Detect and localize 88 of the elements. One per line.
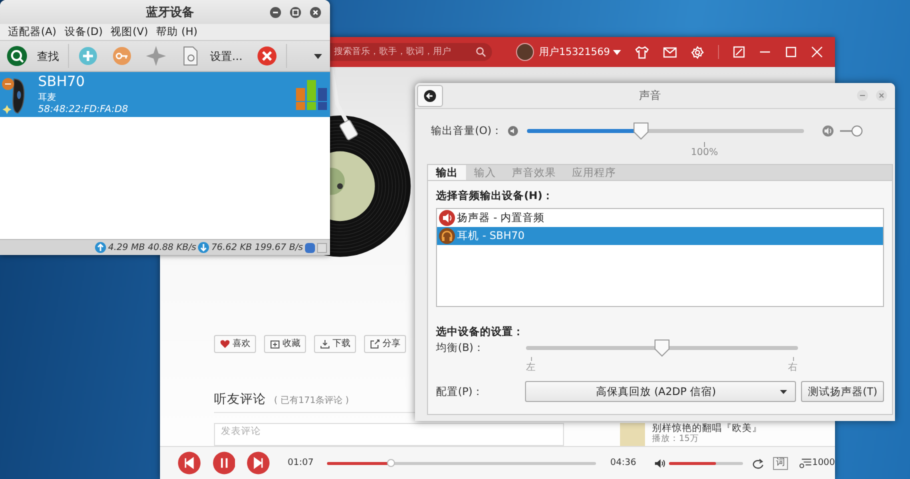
device-label: 扬声器 - 内置音频 bbox=[457, 211, 544, 225]
user-name[interactable]: 用户15321569 bbox=[539, 45, 610, 59]
play-count: 播放：15万 bbox=[652, 434, 700, 444]
progress-track[interactable] bbox=[326, 462, 596, 464]
headphones-icon bbox=[439, 228, 455, 244]
collect-icon bbox=[270, 338, 280, 349]
search-icon bbox=[7, 46, 27, 66]
mail-icon[interactable] bbox=[663, 46, 677, 58]
menu-item[interactable]: 适配器(A) bbox=[4, 25, 60, 39]
balance-label: 均衡(B)： bbox=[436, 341, 486, 355]
profile-dropdown[interactable]: 高保真回放 (A2DP 信宿) bbox=[524, 381, 796, 402]
window-title: 声音 bbox=[638, 88, 662, 103]
volume-high-icon bbox=[822, 125, 834, 137]
collect-button[interactable]: 收藏 bbox=[264, 334, 306, 353]
search-icon[interactable] bbox=[476, 47, 486, 57]
upload-icon bbox=[95, 242, 106, 253]
scale-label: 左 bbox=[526, 357, 536, 374]
avatar[interactable] bbox=[516, 43, 534, 61]
balance-slider[interactable] bbox=[526, 339, 798, 357]
key-icon bbox=[112, 46, 132, 66]
settings-button[interactable]: 设置... bbox=[173, 41, 250, 71]
total-time: 04:36 bbox=[610, 458, 636, 468]
volume-track[interactable] bbox=[669, 462, 743, 464]
mini-mode-icon[interactable] bbox=[733, 46, 745, 58]
playlist-icon[interactable] bbox=[798, 457, 812, 469]
tab[interactable]: 输出 bbox=[428, 165, 466, 180]
close-icon[interactable] bbox=[310, 6, 321, 18]
volume-icon[interactable] bbox=[654, 458, 666, 468]
heart-button[interactable]: 喜欢 bbox=[214, 334, 256, 353]
album-thumbnail[interactable] bbox=[620, 423, 645, 446]
heart-icon bbox=[220, 338, 230, 349]
download-button[interactable]: 下载 bbox=[314, 334, 356, 353]
download-stats: 76.62 KB 199.67 B/s bbox=[211, 242, 303, 252]
scale-label: 右 bbox=[788, 357, 798, 374]
menu-item[interactable]: 帮助 (H) bbox=[152, 25, 202, 39]
device-row[interactable]: SBH70 耳麦 58:48:22:FD:FA:D8 bbox=[0, 72, 330, 117]
dropdown-icon[interactable] bbox=[314, 54, 322, 58]
device-address: 58:48:22:FD:FA:D8 bbox=[38, 104, 129, 115]
toggle-icon bbox=[840, 125, 864, 137]
search-button[interactable]: 查找 bbox=[0, 41, 66, 71]
signal-bars-drawing bbox=[296, 80, 328, 110]
share-button[interactable]: 分享 bbox=[364, 334, 406, 353]
share-icon bbox=[370, 338, 380, 349]
section-heading: 选择音频输出设备(H)： bbox=[436, 189, 554, 203]
profile-label: 配置(P)： bbox=[436, 384, 485, 398]
maximize-icon[interactable] bbox=[785, 46, 797, 58]
download-icon bbox=[198, 242, 210, 253]
previous-icon[interactable] bbox=[178, 451, 201, 475]
menu-item[interactable]: 视图(V) bbox=[106, 25, 152, 39]
balance-handle[interactable] bbox=[654, 339, 670, 357]
progress-handle[interactable] bbox=[387, 458, 396, 466]
volume-label: 输出音量(O)： bbox=[431, 124, 502, 138]
device-name: SBH70 bbox=[38, 74, 86, 91]
upload-stats: 4.29 MB 40.88 KB/s bbox=[108, 242, 196, 252]
device-label: 耳机 - SBH70 bbox=[457, 229, 525, 243]
minimize-icon[interactable] bbox=[270, 6, 281, 18]
playlist-count[interactable]: 1000 bbox=[812, 458, 835, 468]
test-speaker-button[interactable]: 测试扬声器(T) bbox=[801, 381, 884, 402]
close-icon[interactable] bbox=[811, 46, 823, 58]
maximize-icon[interactable] bbox=[290, 6, 301, 18]
shirt-icon[interactable] bbox=[635, 46, 649, 58]
device-type: 耳麦 bbox=[38, 92, 57, 104]
playlist-title[interactable]: 别样惊艳的翻唱『欧美』 bbox=[652, 423, 762, 434]
elapsed-time: 01:07 bbox=[288, 458, 314, 468]
add-icon bbox=[78, 46, 98, 66]
volume-slider[interactable] bbox=[527, 122, 804, 140]
square-icon bbox=[317, 242, 327, 252]
lyrics-button[interactable]: 词 bbox=[772, 456, 788, 470]
star-icon bbox=[146, 46, 166, 66]
volume-handle[interactable] bbox=[633, 122, 650, 140]
pause-icon[interactable] bbox=[212, 451, 236, 475]
caret-icon bbox=[780, 390, 788, 394]
menu-item[interactable]: 设备(D) bbox=[60, 25, 107, 39]
caret-icon[interactable] bbox=[613, 50, 621, 54]
device-item[interactable]: 耳机 - SBH70 bbox=[437, 227, 883, 245]
back-icon bbox=[424, 90, 436, 102]
next-icon[interactable] bbox=[247, 451, 270, 475]
volume-low-icon bbox=[508, 126, 518, 136]
back-button[interactable] bbox=[417, 84, 443, 106]
comment-count: ( 已有171条评论 ) bbox=[274, 394, 349, 407]
download-icon bbox=[320, 338, 330, 349]
settings-icon[interactable] bbox=[691, 46, 704, 58]
section-heading: 选中设备的设置： bbox=[436, 325, 525, 339]
section-title: 听友评论 bbox=[214, 390, 266, 408]
volume-mark: 100% bbox=[690, 142, 718, 158]
window-title: 蓝牙设备 bbox=[145, 4, 195, 20]
remove-icon bbox=[256, 46, 276, 66]
repeat-icon[interactable] bbox=[750, 458, 764, 468]
